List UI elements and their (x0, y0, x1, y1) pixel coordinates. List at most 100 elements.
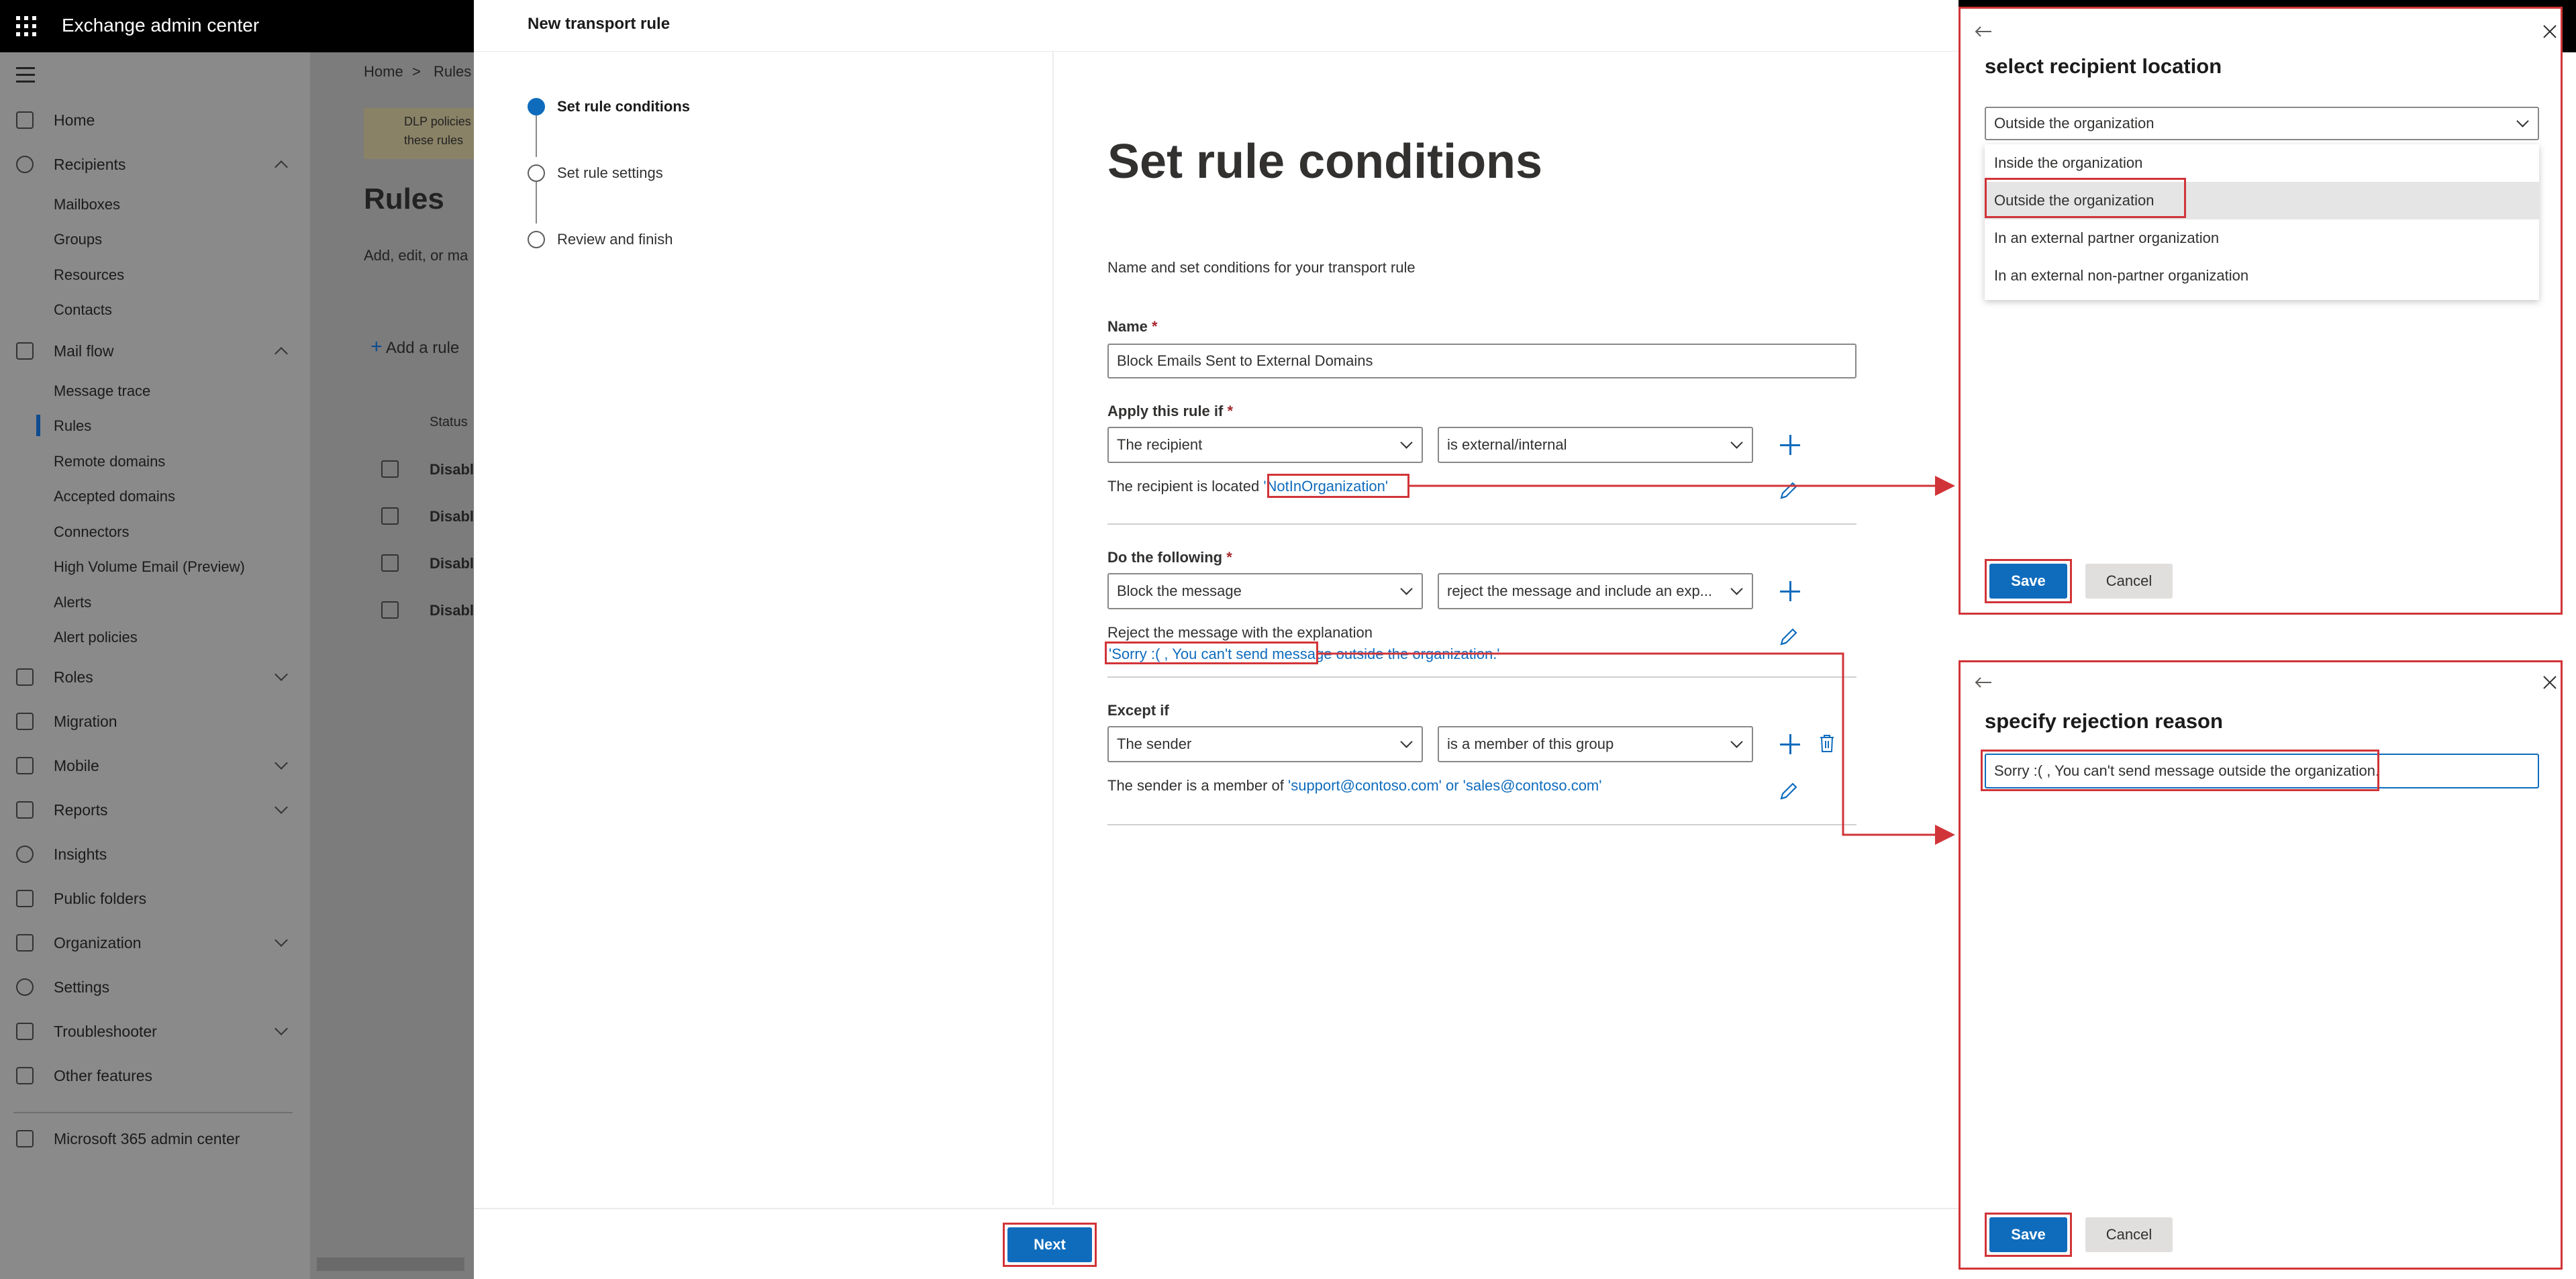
close-icon[interactable] (2542, 23, 2558, 40)
chevron-down-icon (275, 668, 288, 681)
chevron-down-icon (1730, 436, 1743, 449)
nav-remote-domains[interactable]: Remote domains (54, 453, 165, 470)
row-status: Disabl (430, 602, 474, 619)
nav-m365-admin-center[interactable]: Microsoft 365 admin center (0, 1122, 310, 1156)
page-heading: Set rule conditions (1107, 135, 1543, 189)
sender-groups-link[interactable]: 'support@contoso.com' or 'sales@contoso.… (1288, 777, 1601, 794)
option-external-partner[interactable]: In an external partner organization (1985, 219, 2539, 257)
flyout-title: specify rejection reason (1985, 709, 2223, 733)
option-inside-organization[interactable]: Inside the organization (1985, 144, 2539, 182)
nav-contacts[interactable]: Contacts (54, 301, 112, 319)
next-button[interactable]: Next (1007, 1227, 1092, 1262)
recipient-location-dropdown[interactable]: Outside the organization (1985, 107, 2539, 140)
nav-rules[interactable]: Rules (54, 417, 91, 435)
mail-icon (16, 342, 34, 360)
exception-dropdown[interactable]: The sender (1107, 726, 1423, 762)
row-status: Disabl (430, 555, 474, 572)
nav-insights[interactable]: Insights (0, 837, 310, 871)
apply-operator-value: is external/internal (1447, 436, 1567, 453)
home-icon (16, 111, 34, 129)
row-checkbox[interactable] (381, 601, 399, 619)
nav-settings[interactable]: Settings (0, 970, 310, 1004)
nav-recipients[interactable]: Recipients (0, 148, 310, 181)
nav-public-folders[interactable]: Public folders (0, 882, 310, 915)
nav-troubleshooter[interactable]: Troubleshooter (0, 1015, 310, 1048)
do-summary-prefix: Reject the message with the explanation (1107, 624, 1373, 641)
chevron-down-icon (275, 801, 288, 814)
background-content: Home > Rules DLP policies these rules Ru… (310, 52, 474, 1279)
nav-resources[interactable]: Resources (54, 266, 124, 284)
roles-icon (16, 668, 34, 686)
trash-icon[interactable] (1819, 734, 1835, 753)
required-mark: * (1226, 549, 1232, 566)
new-transport-rule-panel: New transport rule Set rule conditions S… (474, 0, 1959, 1279)
nav-high-volume-email[interactable]: High Volume Email (Preview) (54, 558, 245, 576)
step-indicator (528, 231, 545, 248)
option-external-non-partner[interactable]: In an external non-partner organization (1985, 257, 2539, 295)
breadcrumb-home[interactable]: Home (364, 63, 403, 81)
nav-mailboxes[interactable]: Mailboxes (54, 196, 120, 213)
horizontal-scrollbar[interactable] (317, 1258, 464, 1271)
pencil-icon[interactable] (1779, 480, 1799, 501)
nav-alert-policies[interactable]: Alert policies (54, 629, 138, 646)
cancel-button[interactable]: Cancel (2085, 1217, 2173, 1252)
row-checkbox[interactable] (381, 460, 399, 478)
mobile-icon (16, 757, 34, 774)
recipient-location-flyout: select recipient location Outside the or… (1959, 7, 2563, 615)
nav-reports[interactable]: Reports (0, 793, 310, 827)
nav-mobile[interactable]: Mobile (0, 749, 310, 782)
back-arrow-icon[interactable] (1974, 25, 1993, 38)
pencil-icon[interactable] (1779, 781, 1799, 801)
apply-condition-dropdown[interactable]: The recipient (1107, 427, 1423, 463)
exception-operator-dropdown[interactable]: is a member of this group (1438, 726, 1753, 762)
action-detail-dropdown[interactable]: reject the message and include an exp... (1438, 573, 1753, 609)
step-review-and-finish[interactable]: Review and finish (557, 231, 673, 248)
add-action-icon[interactable] (1780, 581, 1800, 601)
nav-roles[interactable]: Roles (0, 660, 310, 694)
rule-name-input[interactable]: Block Emails Sent to External Domains (1107, 344, 1856, 378)
close-icon[interactable] (2542, 674, 2558, 690)
pencil-icon[interactable] (1779, 627, 1799, 647)
step-set-rule-settings[interactable]: Set rule settings (557, 164, 663, 182)
nav-migration[interactable]: Migration (0, 705, 310, 738)
waffle-icon[interactable] (16, 16, 36, 36)
migration-icon (16, 713, 34, 730)
action-dropdown[interactable]: Block the message (1107, 573, 1423, 609)
nav-other-features[interactable]: Other features (0, 1059, 310, 1092)
nav-accepted-domains[interactable]: Accepted domains (54, 488, 175, 505)
save-button[interactable]: Save (1989, 564, 2067, 599)
step-set-rule-conditions[interactable]: Set rule conditions (557, 98, 690, 115)
required-mark: * (1227, 403, 1234, 419)
nav-mail-flow[interactable]: Mail flow (0, 334, 310, 368)
app-title: Exchange admin center (62, 15, 260, 36)
except-if-label: Except if (1107, 702, 1169, 719)
row-checkbox[interactable] (381, 554, 399, 572)
gear-icon (16, 978, 34, 996)
exception-value: The sender (1117, 735, 1192, 752)
nav-connectors[interactable]: Connectors (54, 523, 130, 541)
dlp-banner-line2: these rules (404, 134, 464, 147)
recipient-location-menu: Inside the organization Outside the orga… (1985, 144, 2539, 300)
hamburger-icon[interactable] (16, 67, 35, 87)
nav-divider (13, 1112, 293, 1113)
nav-organization[interactable]: Organization (0, 926, 310, 960)
step-indicator (528, 164, 545, 182)
nav-message-trace[interactable]: Message trace (54, 382, 150, 400)
background-page-title: Rules (364, 183, 444, 215)
add-exception-icon[interactable] (1780, 734, 1800, 754)
save-button[interactable]: Save (1989, 1217, 2067, 1252)
except-summary: The sender is a member of 'support@conto… (1107, 777, 1601, 795)
nav-groups[interactable]: Groups (54, 231, 102, 248)
do-following-label: Do the following * (1107, 549, 1232, 566)
section-divider (1107, 523, 1856, 525)
add-rule-button[interactable]: + Add a rule (370, 336, 459, 358)
highlight-box (1267, 474, 1409, 498)
chevron-down-icon (275, 933, 288, 947)
apply-operator-dropdown[interactable]: is external/internal (1438, 427, 1753, 463)
back-arrow-icon[interactable] (1974, 676, 1993, 689)
nav-home[interactable]: Home (0, 103, 310, 137)
row-checkbox[interactable] (381, 507, 399, 525)
cancel-button[interactable]: Cancel (2085, 564, 2173, 599)
add-condition-icon[interactable] (1780, 435, 1800, 455)
nav-alerts[interactable]: Alerts (54, 594, 91, 611)
